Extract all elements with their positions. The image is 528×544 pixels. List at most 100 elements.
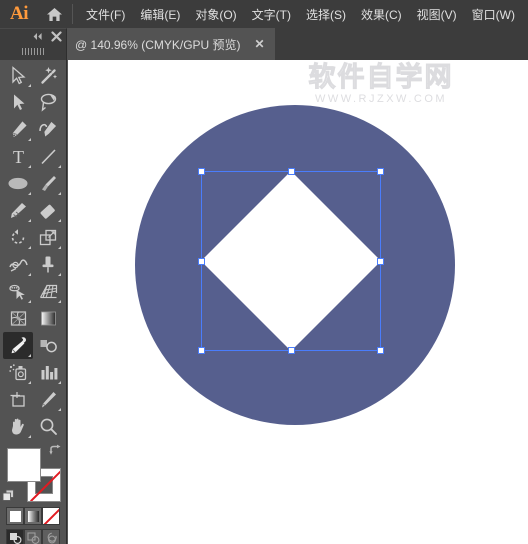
close-icon[interactable]: ✕ [253, 37, 267, 51]
menu-effect[interactable]: 效果(C) [354, 1, 409, 28]
menu-item-list: 文件(F) 编辑(E) 对象(O) 文字(T) 选择(S) 效果(C) 视图(V… [79, 1, 522, 28]
menu-select[interactable]: 选择(S) [299, 1, 353, 28]
flyout-indicator-icon [28, 246, 31, 249]
pen-tool[interactable] [3, 116, 33, 143]
width-tool[interactable] [3, 251, 33, 278]
flyout-indicator-icon [58, 192, 61, 195]
flyout-indicator-icon [28, 300, 31, 303]
document-tab-bar: @ 140.96% (CMYK/GPU 预览) ✕ [0, 28, 528, 60]
flyout-indicator-icon [28, 165, 31, 168]
flyout-indicator-icon [58, 273, 61, 276]
flyout-indicator-icon [58, 381, 61, 384]
flyout-indicator-icon [58, 408, 61, 411]
artwork-canvas[interactable]: 软件自学网 WWW.RJZXW.COM [68, 60, 528, 544]
eraser-tool[interactable] [33, 197, 63, 224]
watermark: 软件自学网 WWW.RJZXW.COM [286, 62, 476, 106]
mesh-tool[interactable] [3, 305, 33, 332]
menu-divider [72, 4, 73, 24]
swap-fill-stroke-icon[interactable] [49, 444, 62, 457]
flyout-indicator-icon [28, 435, 31, 438]
zoom-tool[interactable] [33, 413, 63, 440]
solid-color-icon [9, 510, 21, 522]
color-mode-row [0, 507, 66, 525]
draw-behind-icon [26, 531, 39, 544]
document-tab[interactable]: @ 140.96% (CMYK/GPU 预览) ✕ [67, 28, 275, 60]
menu-window[interactable]: 窗口(W) [465, 1, 522, 28]
default-fill-stroke-icon[interactable] [2, 489, 15, 502]
menu-edit[interactable]: 编辑(E) [133, 1, 187, 28]
flyout-indicator-icon [28, 84, 31, 87]
menu-type[interactable]: 文字(T) [245, 1, 298, 28]
slice-tool[interactable] [33, 386, 63, 413]
tools-panel: T [0, 60, 67, 544]
menu-view[interactable]: 视图(V) [410, 1, 464, 28]
gradient-tool[interactable] [33, 305, 63, 332]
flyout-indicator-icon [58, 246, 61, 249]
draw-normal-icon [9, 532, 22, 544]
flyout-indicator-icon [28, 354, 31, 357]
flyout-indicator-icon [58, 300, 61, 303]
drag-grip[interactable] [0, 44, 66, 58]
illustrator-window: Ai 文件(F) 编辑(E) 对象(O) 文字(T) 选择(S) 效果(C) 视… [0, 0, 528, 544]
line-segment-tool[interactable] [33, 143, 63, 170]
curvature-tool[interactable] [33, 116, 63, 143]
shape-builder-tool[interactable] [3, 278, 33, 305]
selection-handle-bottom-left[interactable] [198, 347, 205, 354]
direct-selection-tool[interactable] [3, 89, 33, 116]
rotate-tool[interactable] [3, 224, 33, 251]
selection-handle-top-right[interactable] [377, 168, 384, 175]
eyedropper-tool[interactable] [3, 332, 33, 359]
menu-object[interactable]: 对象(O) [188, 1, 243, 28]
document-tab-label: @ 140.96% (CMYK/GPU 预览) [75, 37, 241, 52]
selection-tool[interactable] [3, 62, 33, 89]
flyout-indicator-icon [58, 165, 61, 168]
shaper-pencil-tool[interactable] [3, 197, 33, 224]
none-mode-button[interactable] [42, 507, 60, 525]
column-graph-tool[interactable] [33, 359, 63, 386]
artboard-tool[interactable] [3, 386, 33, 413]
draw-mode-row [0, 529, 66, 544]
gradient-swatch-icon [27, 510, 39, 522]
watermark-main-text: 软件自学网 [308, 62, 454, 93]
fill-stroke-controls [0, 443, 67, 505]
color-mode-button[interactable] [6, 507, 24, 525]
flyout-indicator-icon [28, 273, 31, 276]
none-slash-icon [43, 508, 59, 524]
selection-handle-top-center[interactable] [288, 168, 295, 175]
collapse-panel-icon[interactable] [31, 30, 44, 43]
fill-swatch[interactable] [7, 448, 41, 482]
hand-tool[interactable] [3, 413, 33, 440]
flyout-indicator-icon [58, 219, 61, 222]
selection-handle-middle-left[interactable] [198, 258, 205, 265]
panel-header-controls [0, 29, 66, 44]
toolbar-panel-header [0, 28, 67, 60]
draw-normal-button[interactable] [6, 529, 24, 544]
paintbrush-tool[interactable] [33, 170, 63, 197]
lasso-tool[interactable] [33, 89, 63, 116]
free-transform-tool[interactable] [33, 251, 63, 278]
selection-handle-bottom-center[interactable] [288, 347, 295, 354]
menu-file[interactable]: 文件(F) [79, 1, 132, 28]
ellipse-tool[interactable] [3, 170, 33, 197]
watermark-sub-text: WWW.RJZXW.COM [314, 93, 448, 106]
menu-bar: Ai 文件(F) 编辑(E) 对象(O) 文字(T) 选择(S) 效果(C) 视… [0, 0, 528, 28]
draw-inside-icon [47, 532, 57, 543]
home-icon[interactable] [38, 0, 70, 28]
selection-handle-middle-right[interactable] [377, 258, 384, 265]
app-logo: Ai [10, 3, 29, 24]
blend-tool[interactable] [33, 332, 63, 359]
draw-inside-button[interactable] [42, 529, 60, 544]
perspective-grid-tool[interactable] [33, 278, 63, 305]
magic-wand-tool[interactable] [33, 62, 63, 89]
close-panel-icon[interactable] [50, 30, 63, 43]
scale-tool[interactable] [33, 224, 63, 251]
selection-handle-top-left[interactable] [198, 168, 205, 175]
gradient-mode-button[interactable] [24, 507, 42, 525]
symbol-sprayer-tool[interactable] [3, 359, 33, 386]
selection-handle-bottom-right[interactable] [377, 347, 384, 354]
flyout-indicator-icon [28, 192, 31, 195]
selection-bounding-box[interactable] [198, 168, 384, 354]
svg-text:T: T [13, 147, 24, 166]
type-tool[interactable]: T [3, 143, 33, 170]
draw-behind-button[interactable] [24, 529, 42, 544]
